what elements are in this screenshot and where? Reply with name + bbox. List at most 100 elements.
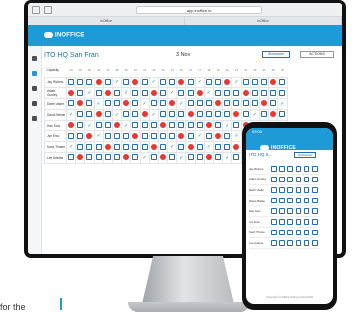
phone-booking-cell[interactable] [311, 166, 318, 172]
booking-cell[interactable] [176, 108, 187, 121]
booking-cell[interactable] [121, 108, 132, 121]
booking-cell[interactable]: ✓ [139, 152, 150, 164]
view-select[interactable]: Workweek [262, 51, 290, 58]
phone-booking-cell[interactable] [287, 208, 293, 214]
booking-cell[interactable] [203, 108, 215, 121]
browser-tab-1[interactable]: inOffice [28, 17, 185, 25]
booking-cell[interactable]: ✓ [249, 108, 260, 121]
phone-booking-cell[interactable] [279, 240, 285, 246]
booking-cell[interactable] [185, 152, 196, 164]
booking-cell[interactable] [157, 108, 169, 121]
people-icon[interactable] [32, 86, 37, 91]
booking-cell[interactable] [157, 76, 169, 89]
booking-cell[interactable] [258, 76, 270, 89]
booking-cell[interactable] [121, 141, 132, 154]
booking-cell[interactable] [185, 108, 196, 121]
phone-booking-cell[interactable] [303, 218, 310, 225]
booking-cell[interactable]: ✓ [93, 130, 104, 143]
booking-cell[interactable]: ✓ [65, 108, 77, 121]
booking-cell[interactable] [167, 119, 178, 132]
phone-booking-cell[interactable] [295, 197, 302, 204]
phone-booking-cell[interactable] [287, 187, 293, 193]
phone-booking-cell[interactable] [295, 208, 302, 214]
booking-cell[interactable]: ✓ [203, 141, 215, 154]
booking-cell[interactable] [167, 130, 178, 143]
booking-cell[interactable] [203, 119, 215, 132]
booking-cell[interactable] [185, 119, 196, 132]
booking-cell[interactable] [185, 141, 196, 154]
booking-cell[interactable]: ✓ [111, 108, 123, 121]
booking-cell[interactable] [249, 98, 260, 110]
booking-cell[interactable] [65, 119, 77, 132]
booking-cell[interactable] [212, 130, 224, 143]
booking-cell[interactable]: ✓ [84, 87, 95, 100]
booking-cell[interactable] [93, 87, 104, 100]
booking-cell[interactable] [157, 141, 169, 154]
booking-cell[interactable] [167, 98, 178, 110]
phone-booking-cell[interactable] [303, 166, 310, 172]
phone-booking-cell[interactable] [287, 240, 293, 246]
date-navigator[interactable]: 3 Nov [176, 52, 190, 58]
booking-cell[interactable] [111, 152, 123, 164]
phone-booking-cell[interactable] [279, 176, 285, 183]
booking-cell[interactable] [130, 152, 141, 164]
booking-cell[interactable] [176, 119, 187, 132]
booking-cell[interactable] [231, 141, 242, 154]
booking-cell[interactable] [121, 152, 132, 164]
phone-booking-cell[interactable] [271, 197, 277, 204]
booking-cell[interactable] [222, 76, 233, 89]
booking-cell[interactable] [240, 87, 251, 100]
booking-cell[interactable]: ✓ [194, 130, 205, 143]
phone-booking-cell[interactable] [287, 166, 293, 172]
booking-cell[interactable] [102, 76, 113, 89]
booking-cell[interactable] [130, 98, 141, 110]
phone-location-select[interactable]: ITO HQ S... [249, 152, 272, 157]
booking-cell[interactable] [75, 152, 86, 164]
phone-booking-cell[interactable] [311, 208, 318, 214]
phone-booking-cell[interactable] [287, 229, 293, 236]
booking-cell[interactable] [84, 141, 95, 154]
booking-cell[interactable] [148, 152, 159, 164]
booking-cell[interactable] [93, 152, 104, 164]
booking-cell[interactable] [93, 119, 104, 132]
phone-booking-cell[interactable] [271, 208, 277, 214]
booking-cell[interactable] [203, 130, 215, 143]
booking-cell[interactable] [240, 108, 251, 121]
booking-cell[interactable] [65, 76, 77, 89]
phone-booking-cell[interactable] [279, 208, 285, 214]
phone-view-select[interactable]: Workweek [294, 152, 316, 158]
booking-cell[interactable]: ✓ [222, 152, 233, 164]
phone-booking-cell[interactable] [279, 187, 285, 193]
booking-cell[interactable] [130, 119, 141, 132]
phone-booking-cell[interactable] [295, 176, 302, 183]
booking-cell[interactable] [194, 119, 205, 132]
phone-booking-cell[interactable] [303, 208, 310, 214]
booking-cell[interactable] [65, 130, 77, 143]
booking-cell[interactable] [222, 141, 233, 154]
phone-booking-cell[interactable] [279, 166, 285, 172]
booking-cell[interactable] [277, 76, 288, 89]
booking-cell[interactable] [203, 76, 215, 89]
booking-cell[interactable] [240, 98, 251, 110]
booking-cell[interactable] [240, 76, 251, 89]
back-icon[interactable] [44, 5, 52, 14]
phone-booking-cell[interactable] [303, 229, 310, 236]
booking-cell[interactable] [121, 98, 132, 110]
phone-booking-cell[interactable] [271, 176, 277, 183]
booking-cell[interactable] [277, 87, 288, 100]
phone-booking-cell[interactable] [287, 197, 293, 204]
booking-cell[interactable] [185, 87, 196, 100]
booking-cell[interactable] [176, 76, 187, 89]
booking-cell[interactable] [121, 76, 132, 89]
booking-cell[interactable] [65, 98, 77, 110]
booking-cell[interactable] [75, 98, 86, 110]
booking-cell[interactable] [194, 152, 205, 164]
booking-cell[interactable] [212, 108, 224, 121]
booking-cell[interactable]: ✓ [203, 87, 215, 100]
booking-cell[interactable] [65, 87, 77, 100]
booking-cell[interactable] [148, 119, 159, 132]
booking-cell[interactable]: ✓ [121, 87, 132, 100]
booking-cell[interactable] [157, 87, 169, 100]
booking-cell[interactable] [231, 87, 242, 100]
booking-cell[interactable] [139, 130, 150, 143]
